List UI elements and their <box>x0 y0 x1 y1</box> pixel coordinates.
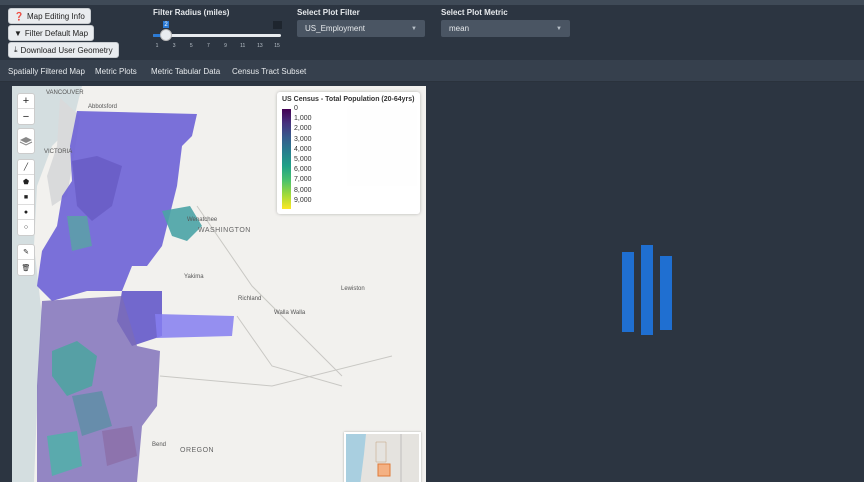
filter-radius-label: Filter Radius (miles) <box>153 8 230 17</box>
edit-layers-button[interactable]: ✎ <box>18 245 34 260</box>
map-label-bend: Bend <box>152 442 167 448</box>
plot-filter-label: Select Plot Filter <box>297 8 360 17</box>
draw-polygon-button[interactable]: ⬟ <box>18 175 34 190</box>
legend-label: 2,000 <box>294 125 312 133</box>
marker-icon: ● <box>23 208 29 216</box>
draw-toolbar: ╱ ⬟ ■ ● ○ <box>17 159 35 236</box>
rectangle-icon: ■ <box>23 193 29 201</box>
slider-ticks: 1 3 5 7 9 11 13 15 <box>153 43 281 49</box>
question-circle-icon: ❓ <box>14 11 24 21</box>
minimap[interactable] <box>344 432 421 482</box>
map-panel[interactable]: VANCOUVER Abbotsford VICTORIA Wenatchee … <box>12 86 426 482</box>
plot-metric-select[interactable]: mean ▼ <box>441 20 570 37</box>
map-label-lewiston: Lewiston <box>341 286 365 292</box>
edit-toolbar: ✎ 🗑 <box>17 244 35 276</box>
legend-label: 6,000 <box>294 166 312 174</box>
minimap-canvas <box>346 434 402 482</box>
zoom-control: + − <box>17 93 35 125</box>
map-label-vancouver: VANCOUVER <box>46 90 84 96</box>
zoom-in-button[interactable]: + <box>18 94 34 109</box>
map-editing-info-label: Map Editing Info <box>26 11 85 21</box>
slider-tick-label: 15 <box>274 43 280 49</box>
loading-spinner-icon <box>622 245 672 335</box>
filter-default-map-button[interactable]: ▼ Filter Default Map <box>8 25 95 41</box>
circle-icon: ○ <box>23 224 29 231</box>
map-editing-info-button[interactable]: ❓ Map Editing Info <box>8 8 91 24</box>
slider-tick-label: 5 <box>189 43 193 49</box>
plot-metric-label: Select Plot Metric <box>441 8 508 17</box>
filter-radius-slider-handle[interactable] <box>160 29 172 41</box>
legend-label: 5,000 <box>294 156 312 163</box>
slider-max-marker <box>273 21 282 29</box>
tab-census-tract-subset[interactable]: Census Tract Subset <box>232 67 306 76</box>
slider-tick-label: 1 <box>155 43 159 49</box>
draw-circle-button[interactable]: ○ <box>18 220 34 235</box>
map-label-oregon: OREGON <box>180 447 215 454</box>
layers-button[interactable] <box>17 128 35 154</box>
download-icon: ⤓ <box>14 45 18 54</box>
tract-east <box>155 314 234 338</box>
draw-rectangle-button[interactable]: ■ <box>18 190 34 205</box>
legend-title: US Census - Total Population (20-64yrs) <box>282 96 415 103</box>
map-label-richland: Richland <box>238 296 262 302</box>
slider-tick-label: 9 <box>224 43 227 49</box>
legend-label: 8,000 <box>294 186 312 194</box>
delete-layers-button[interactable]: 🗑 <box>18 260 34 275</box>
legend-label: 1,000 <box>294 115 312 123</box>
filter-icon: ▼ <box>14 28 22 38</box>
map-legend: US Census - Total Population (20-64yrs) … <box>277 92 420 214</box>
polygon-icon: ⬟ <box>22 179 30 186</box>
legend-label: 4,000 <box>294 145 312 153</box>
map-label-wenatchee: Wenatchee <box>187 217 218 223</box>
legend-label: 7,000 <box>294 176 312 184</box>
slider-tick-label: 11 <box>240 43 246 49</box>
chevron-down-icon: ▼ <box>556 25 562 32</box>
polyline-icon: ╱ <box>23 164 29 171</box>
slider-tick-label: 7 <box>207 43 210 49</box>
legend-label: 9,000 <box>294 196 312 204</box>
top-strip <box>0 0 864 5</box>
plot-metric-value: mean <box>449 24 470 33</box>
minimap-viewport <box>377 463 391 477</box>
chevron-down-icon: ▼ <box>411 25 417 32</box>
tab-metric-tabular-data[interactable]: Metric Tabular Data <box>151 67 220 76</box>
legend-label: 3,000 <box>294 135 312 143</box>
map-label-washington: WASHINGTON <box>198 227 251 234</box>
slider-tick-label: 13 <box>257 43 263 49</box>
legend-label: 0 <box>294 105 298 112</box>
filter-default-map-label: Filter Default Map <box>24 28 89 38</box>
slider-tick-label: 3 <box>172 43 176 49</box>
layers-icon <box>19 137 33 146</box>
tract-wenatchee <box>162 206 202 241</box>
map-label-yakima: Yakima <box>184 274 204 280</box>
zoom-out-button[interactable]: − <box>18 109 34 124</box>
filter-radius-slider-track[interactable] <box>153 34 281 37</box>
plot-filter-value: US_Employment <box>305 24 366 33</box>
tab-spatially-filtered-map[interactable]: Spatially Filtered Map <box>8 67 85 76</box>
download-user-geometry-label: Download User Geometry <box>20 45 113 55</box>
legend-color-ramp <box>282 109 291 209</box>
map-label-abbotsford: Abbotsford <box>88 104 118 110</box>
map-label-walla-walla: Walla Walla <box>274 310 306 316</box>
map-label-victoria: VICTORIA <box>44 149 73 155</box>
trash-icon: 🗑 <box>21 264 31 272</box>
draw-polyline-button[interactable]: ╱ <box>18 160 34 175</box>
draw-marker-button[interactable]: ● <box>18 205 34 220</box>
slider-value-badge: 2 <box>163 21 169 28</box>
edit-icon: ✎ <box>23 249 29 256</box>
plot-filter-select[interactable]: US_Employment ▼ <box>297 20 425 37</box>
road <box>236 315 343 387</box>
tab-metric-plots[interactable]: Metric Plots <box>95 67 137 76</box>
download-user-geometry-button[interactable]: ⤓ Download User Geometry <box>8 42 119 58</box>
road <box>159 355 393 387</box>
